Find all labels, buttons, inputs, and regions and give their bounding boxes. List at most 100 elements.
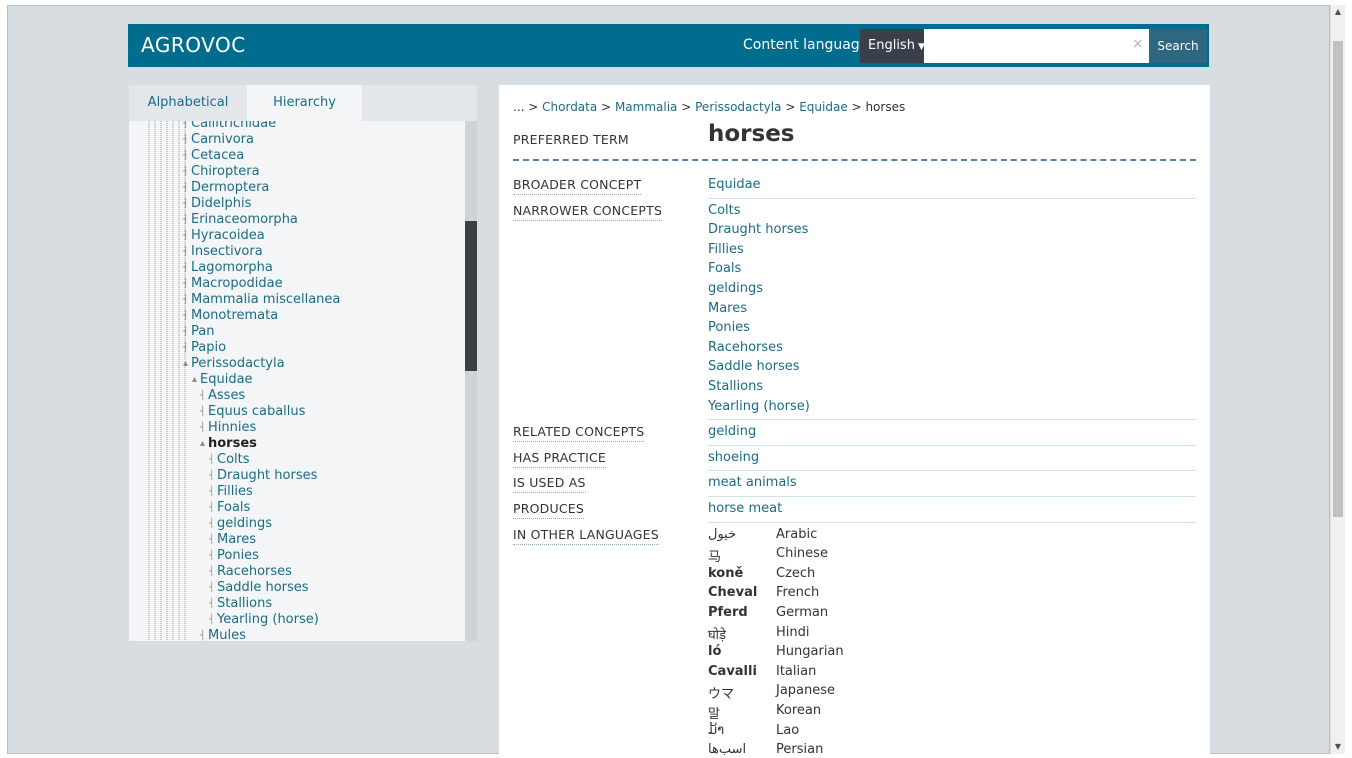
- property-value-link[interactable]: Colts: [708, 203, 741, 218]
- search-button[interactable]: Search: [1149, 29, 1207, 63]
- page-scrollbar-thumb[interactable]: [1333, 41, 1343, 517]
- content-language-label: Content language: [743, 37, 869, 53]
- tree-node[interactable]: ┤ Chiroptera: [183, 164, 260, 180]
- tree-node[interactable]: ┤ Didelphis: [183, 196, 252, 212]
- tree-node[interactable]: ┤ Fillies: [209, 484, 253, 500]
- tree-node-label: geldings: [217, 516, 272, 531]
- tab-hierarchy[interactable]: Hierarchy: [247, 85, 362, 121]
- tree-node[interactable]: ┤ Asses: [200, 388, 245, 404]
- tree-node[interactable]: ┤ Stallions: [209, 596, 272, 612]
- property-value-link[interactable]: Equidae: [708, 177, 761, 192]
- tab-alphabetical[interactable]: Alphabetical: [129, 85, 247, 121]
- tree-node[interactable]: ┤ Ponies: [209, 548, 259, 564]
- translation-language: Italian: [776, 663, 817, 679]
- tree-node-label: Hinnies: [208, 420, 257, 435]
- property-divider: [708, 197, 1196, 199]
- tree-scrollbar[interactable]: [465, 121, 477, 641]
- property-value-link[interactable]: geldings: [708, 281, 763, 296]
- translation-language: Korean: [776, 703, 822, 718]
- tree-node-label: Fillies: [217, 484, 253, 499]
- tree-node[interactable]: ┤ Erinaceomorpha: [183, 212, 298, 228]
- tree-node-label: Didelphis: [191, 196, 252, 211]
- tree-branch-icon: ┤: [200, 423, 206, 433]
- translation-term: koně: [708, 565, 744, 581]
- tree-node[interactable]: ┤ Colts: [209, 452, 250, 468]
- tree-expanded-icon[interactable]: ▴: [183, 356, 188, 372]
- tree-node[interactable]: ┤ Equus caballus: [200, 404, 305, 420]
- tree-node-label: Erinaceomorpha: [191, 212, 298, 227]
- property-value-link[interactable]: Racehorses: [708, 340, 783, 355]
- tree-node[interactable]: ┤ Pan: [183, 324, 214, 340]
- tree-node-label: Mules: [208, 628, 246, 641]
- tree-node[interactable]: ┤ Hinnies: [200, 420, 257, 436]
- tree-node[interactable]: ┤ Macropodidae: [183, 276, 283, 292]
- tree-node[interactable]: ┤ Saddle horses: [209, 580, 309, 596]
- tree-node[interactable]: ┤ Foals: [209, 500, 250, 516]
- agrovoc-logo[interactable]: AGROVOC: [141, 33, 246, 57]
- translation-term: اسب‌ها: [708, 742, 747, 755]
- tree-node-label: Hyracoidea: [191, 228, 265, 243]
- scroll-down-arrow-icon[interactable]: ▼: [1331, 740, 1345, 754]
- property-value-link[interactable]: Ponies: [708, 320, 750, 335]
- search-input[interactable]: [924, 29, 1149, 63]
- translation-language: Hungarian: [776, 644, 844, 660]
- tree-node-label: Monotremata: [191, 308, 279, 323]
- property-value-link[interactable]: Mares: [708, 301, 747, 316]
- tree-node[interactable]: ┤ Callitrichidae: [183, 121, 276, 132]
- tree-node[interactable]: ┤ Hyracoidea: [183, 228, 265, 244]
- property-value-link[interactable]: meat animals: [708, 475, 797, 490]
- tree-node[interactable]: ┤ Racehorses: [209, 564, 292, 580]
- tree-node[interactable]: ┤ Cetacea: [183, 148, 244, 164]
- concept-panel: ... > Chordata > Mammalia > Perissodacty…: [499, 85, 1210, 755]
- property-value-link[interactable]: Foals: [708, 261, 741, 276]
- tree-node[interactable]: ┤ Mammalia miscellanea: [183, 292, 340, 308]
- tree-node[interactable]: ┤ Mares: [209, 532, 256, 548]
- breadcrumb-equidae[interactable]: Equidae: [799, 100, 848, 114]
- property-divider: [708, 419, 1196, 421]
- language-dropdown[interactable]: English ▼: [860, 29, 925, 63]
- tree-node[interactable]: ▴ Equidae: [192, 372, 253, 388]
- tree-node-label: Equidae: [200, 372, 253, 387]
- tree-branch-icon: ┤: [209, 503, 215, 513]
- tree-node[interactable]: ┤ Lagomorpha: [183, 260, 273, 276]
- tree-node[interactable]: ┤ Papio: [183, 340, 226, 356]
- translation-language: Lao: [776, 722, 800, 738]
- tree-branch-icon: ┤: [200, 391, 206, 401]
- breadcrumb-separator: >: [785, 100, 796, 114]
- breadcrumb-perissodactyla[interactable]: Perissodactyla: [695, 100, 781, 114]
- breadcrumb-mammalia[interactable]: Mammalia: [615, 100, 677, 114]
- property-label: NARROWER CONCEPTS: [513, 203, 663, 221]
- tree-scrollbar-thumb[interactable]: [465, 221, 477, 371]
- property-value-link[interactable]: Stallions: [708, 379, 763, 394]
- property-value-link[interactable]: shoeing: [708, 450, 759, 465]
- tree-node[interactable]: ┤ Yearling (horse): [209, 612, 319, 628]
- clear-search-icon[interactable]: ×: [1132, 36, 1144, 52]
- page-scrollbar[interactable]: ▲ ▼: [1330, 5, 1345, 754]
- property-value-link[interactable]: Yearling (horse): [708, 399, 810, 414]
- tree-expanded-icon[interactable]: ▴: [200, 436, 205, 452]
- property-value-link[interactable]: Fillies: [708, 242, 744, 257]
- property-value-link[interactable]: gelding: [708, 424, 756, 439]
- property-value-link[interactable]: Saddle horses: [708, 359, 800, 374]
- tree-node-label: Colts: [217, 452, 250, 467]
- scroll-up-arrow-icon[interactable]: ▲: [1331, 5, 1345, 19]
- tree-expanded-icon[interactable]: ▴: [192, 372, 197, 388]
- tree-node[interactable]: ┤ geldings: [209, 516, 272, 532]
- tree-branch-icon: ┤: [183, 295, 189, 305]
- tree-node[interactable]: ┤ Mules: [200, 628, 246, 641]
- tree-node[interactable]: ┤ Dermoptera: [183, 180, 269, 196]
- tree-node[interactable]: ┤ Insectivora: [183, 244, 263, 260]
- property-value-link[interactable]: Draught horses: [708, 222, 808, 237]
- language-selected: English: [868, 38, 915, 53]
- breadcrumb-chordata[interactable]: Chordata: [542, 100, 597, 114]
- tree-branch-icon: ┤: [183, 121, 189, 129]
- tree-node[interactable]: ┤ Monotremata: [183, 308, 279, 324]
- tree-node[interactable]: ▴ Perissodactyla: [183, 356, 285, 372]
- tree-node-label: Draught horses: [217, 468, 318, 483]
- tree-node[interactable]: ┤ Draught horses: [209, 468, 318, 484]
- tree-node[interactable]: ▴ horses: [200, 436, 257, 452]
- tree-node[interactable]: ┤ Carnivora: [183, 132, 254, 148]
- hierarchy-tree: ┤ Callitrichidae ┤ Carnivora ┤ Cetacea ┤ Chirop…: [129, 121, 477, 641]
- property-value-link[interactable]: horse meat: [708, 501, 782, 516]
- translation-term: घोड़े: [708, 627, 727, 643]
